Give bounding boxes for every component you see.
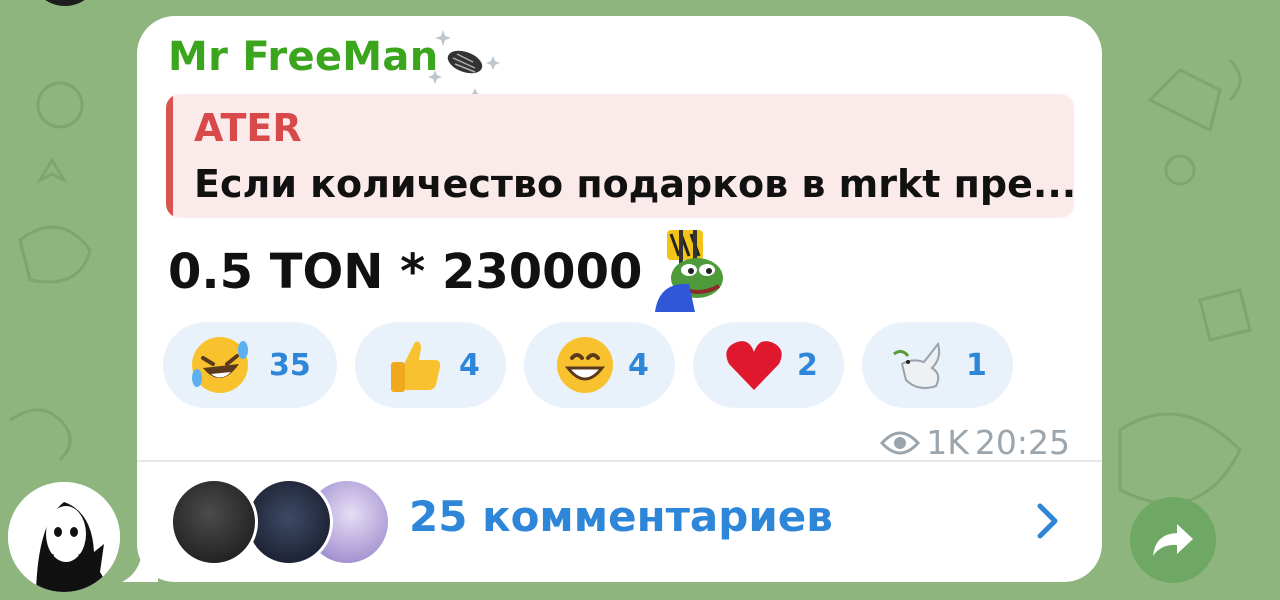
reaction-count: 4 [459,348,480,383]
reaction-count: 1 [966,348,987,383]
quote-text: Если количество подарков в mrkt пре... [194,162,1074,206]
quote-author: ATER [194,106,302,150]
reaction-count: 35 [269,348,311,383]
view-count: 1K [926,423,969,462]
commenter-avatar [170,478,258,566]
sender-avatar[interactable] [8,482,120,592]
rolling-on-floor-laughing-icon [192,337,248,393]
red-heart-icon [726,341,782,390]
pepe-emoji-icon [655,230,723,312]
reaction-grinning[interactable]: 4 [524,322,675,408]
grinning-face-icon [557,337,613,393]
reaction-thumbs-up[interactable]: 4 [355,322,506,408]
previous-sender-avatar[interactable] [30,0,100,6]
message-text: 0.5 TON * 230000 [168,244,643,300]
reaction-heart[interactable]: 2 [693,322,844,408]
reply-quote[interactable]: ATER Если количество подарков в mrkt пре… [166,94,1074,218]
reaction-count: 4 [628,348,649,383]
comments-button[interactable]: 25 комментариев [137,462,1102,582]
share-button[interactable] [1130,497,1216,583]
message-time: 20:25 [974,423,1070,462]
thumbs-up-icon [391,341,441,392]
reaction-count: 2 [797,348,818,383]
quote-accent-bar [166,94,173,218]
comments-count-label: 25 комментариев [409,492,833,541]
reaction-dove[interactable]: 1 [862,322,1013,408]
message-bubble[interactable]: Mr FreeMan ATER Если количество подарков… [137,16,1102,582]
commenter-avatar [245,478,333,566]
message-meta: 1K 20:25 [880,423,1070,462]
eye-icon [880,431,921,454]
dove-icon [893,341,941,389]
share-arrow-icon [1153,524,1193,556]
reaction-laughing[interactable]: 35 [163,322,337,408]
ghost-mask-avatar-image [8,482,120,592]
sender-name[interactable]: Mr FreeMan [168,34,438,80]
chevron-right-icon [1037,503,1058,539]
